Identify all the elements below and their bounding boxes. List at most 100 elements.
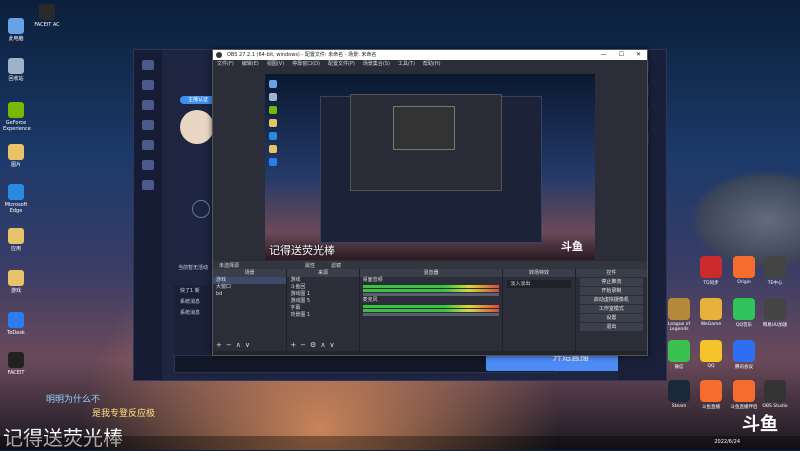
minimize-icon[interactable]: — <box>601 50 607 60</box>
obs-preview[interactable]: 记得送荧光棒 斗鱼 <box>265 74 595 260</box>
maximize-icon[interactable]: ☐ <box>619 50 624 60</box>
subtitle-line-1: 明明为什么不 <box>46 395 101 405</box>
desktop-icon[interactable] <box>764 256 786 278</box>
preview-desktop-icons <box>269 80 279 171</box>
app-icon <box>8 312 24 328</box>
desktop-icon-label: 此电脑 <box>8 36 24 42</box>
desktop-icon[interactable]: 此电脑 <box>3 18 29 42</box>
control-button[interactable]: 开始录制 <box>579 287 644 295</box>
app-icon <box>8 352 24 368</box>
desktop-icon[interactable]: GeForce Experience <box>3 102 31 132</box>
mixer-channel-name: 麦克风 <box>362 297 378 303</box>
close-icon[interactable]: ✕ <box>636 50 641 60</box>
streamer-avatar[interactable] <box>180 110 214 144</box>
menu-item[interactable]: 配置文件(P) <box>328 60 355 69</box>
nav-icon-home[interactable] <box>142 60 154 70</box>
scene-item[interactable]: 大窗口 <box>213 284 286 291</box>
desktop-icon-label: 应用 <box>10 246 21 252</box>
filters-button[interactable]: 滤镜 <box>331 262 341 269</box>
scene-toolbar[interactable]: +−∧∨ <box>216 341 254 349</box>
scene-item[interactable]: 游戏 <box>213 277 287 284</box>
desktop-icon[interactable]: 游戏 <box>3 270 29 294</box>
notice-text: 当前暂无活动 <box>178 265 209 271</box>
desktop-icon[interactable]: 图片 <box>3 144 29 168</box>
obs-titlebar[interactable]: OBS 27.2.1 (64-bit, windows) - 配置文件: 未命名… <box>213 50 647 60</box>
desktop-icon[interactable]: 回收站 <box>3 58 29 82</box>
desktop-icon[interactable] <box>764 298 786 320</box>
audio-meter <box>362 285 500 288</box>
source-item[interactable]: 字幕 <box>287 305 358 312</box>
app-icon <box>8 184 24 200</box>
desktop-icon[interactable] <box>668 298 690 320</box>
source-item[interactable]: 背景图 1 <box>287 312 358 319</box>
obs-menubar: 文件(F) 编辑(E) 视图(V) 停靠窗口(D) 配置文件(P) 场景集合(S) 工具(T… <box>213 60 647 69</box>
desktop-icon[interactable]: 应用 <box>3 228 29 252</box>
source-item[interactable]: 游戏图 1 <box>287 291 358 298</box>
desktop-icon-label: GeForce Experience <box>3 120 31 132</box>
scene-item[interactable]: bd <box>213 291 286 298</box>
desktop-icon-label: 斗鱼直播 <box>702 405 720 410</box>
volume-slider[interactable] <box>362 293 500 296</box>
control-button[interactable]: 退出 <box>579 323 644 331</box>
mixer-dock: 混音器 桌面音频 麦克风 <box>359 269 504 351</box>
desktop-icon[interactable]: FACEIT <box>3 352 29 376</box>
menu-item[interactable]: 帮助(H) <box>423 60 441 69</box>
menu-item[interactable]: 停靠窗口(D) <box>292 60 320 69</box>
desktop-icon-label: QQ音乐 <box>735 323 753 328</box>
desktop-icon[interactable] <box>700 340 722 362</box>
control-button[interactable]: 设置 <box>579 314 644 322</box>
source-toolbar[interactable]: +−⚙∧∨ <box>290 341 338 349</box>
taskbar-date: 2022/6/24 <box>714 439 740 445</box>
nav-icon-gift[interactable] <box>142 160 154 170</box>
transition-select[interactable]: 淡入淡出 <box>507 280 571 288</box>
desktop-icon[interactable] <box>700 380 722 402</box>
desktop-icon[interactable] <box>733 380 755 402</box>
menu-item[interactable]: 文件(F) <box>217 60 234 69</box>
control-button[interactable]: 启动虚拟摄像机 <box>579 296 644 304</box>
audio-meter <box>362 309 500 312</box>
menu-item[interactable]: 场景集合(S) <box>363 60 390 69</box>
faceit-ac-shortcut[interactable]: FACEIT AC <box>34 4 60 28</box>
desktop-icon[interactable] <box>668 340 690 362</box>
radio-dish-decoration <box>690 170 800 270</box>
desktop-icon[interactable] <box>733 256 755 278</box>
audio-meter <box>362 305 500 308</box>
desktop-icon[interactable]: Microsoft Edge <box>3 184 29 214</box>
app-icon <box>8 18 24 34</box>
obs-window[interactable]: OBS 27.2.1 (64-bit, windows) - 配置文件: 未命名… <box>212 49 648 356</box>
menu-item[interactable]: 编辑(E) <box>242 60 259 69</box>
properties-button[interactable]: 属性 <box>305 262 315 269</box>
desktop-icon-label: FACEIT <box>7 370 25 376</box>
anchor-badge: 主播认证 <box>180 96 216 104</box>
menu-item[interactable]: 视图(V) <box>267 60 284 69</box>
source-item[interactable]: 斗鱼回 <box>287 284 358 291</box>
desktop-icon[interactable]: ToDesk <box>3 312 29 336</box>
obs-logo-icon <box>216 52 222 58</box>
nav-icon-live[interactable] <box>142 80 154 90</box>
control-button[interactable]: 工作室模式 <box>579 305 644 313</box>
app-icon <box>8 58 24 74</box>
desktop-icon[interactable] <box>733 340 755 362</box>
desktop-icon[interactable] <box>733 298 755 320</box>
preview-overlay-text: 记得送荧光棒 <box>269 244 335 257</box>
nav-icon-tools[interactable] <box>142 120 154 130</box>
desktop-icon[interactable] <box>668 380 690 402</box>
nav-icon-settings[interactable] <box>142 180 154 190</box>
menu-item[interactable]: 工具(T) <box>398 60 415 69</box>
transitions-header: 转场特效 <box>503 269 575 277</box>
desktop-icon-label: 腾讯会议 <box>735 365 753 370</box>
desktop-icon[interactable] <box>764 380 786 402</box>
source-item[interactable]: 游戏图 5 <box>287 298 358 305</box>
desktop-icon-label: 图片 <box>10 162 21 168</box>
control-button[interactable]: 停止推流 <box>579 278 644 286</box>
nav-icon-stats[interactable] <box>142 100 154 110</box>
source-item[interactable]: 游戏 <box>287 277 358 284</box>
desktop-icon[interactable] <box>700 256 722 278</box>
desktop-icon-label: 网易UU加速 <box>762 323 788 328</box>
volume-slider[interactable] <box>362 313 500 316</box>
launcher-sidebar <box>134 50 162 380</box>
desktop-icon[interactable] <box>700 298 722 320</box>
nav-icon-message[interactable] <box>142 140 154 150</box>
desktop-icon-label: Steam <box>671 404 687 409</box>
desktop-icon-label: ToDesk <box>7 330 25 336</box>
